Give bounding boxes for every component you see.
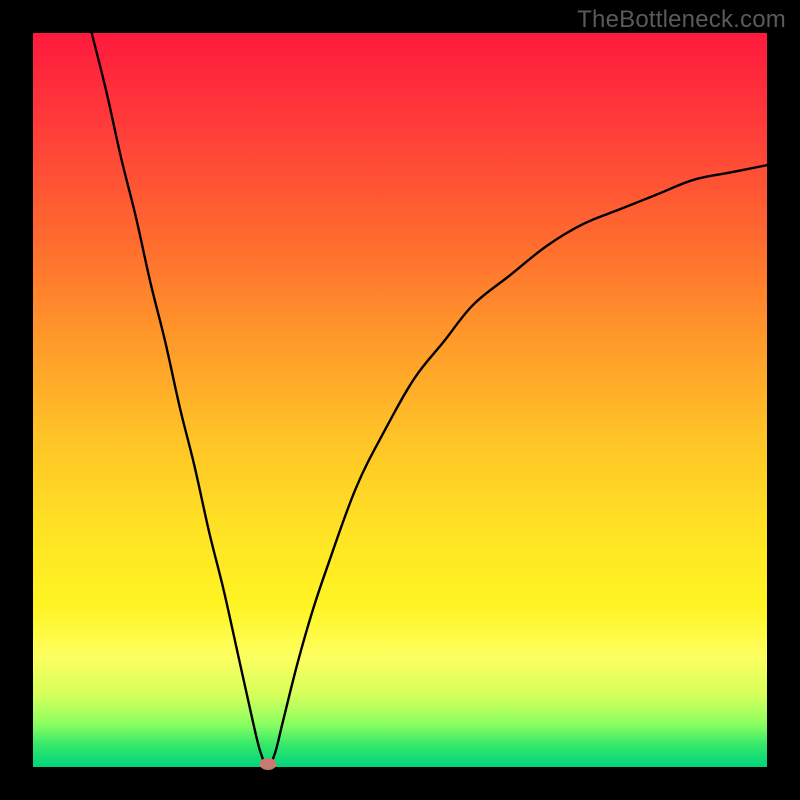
plot-area [33, 33, 767, 767]
optimal-point-marker [259, 758, 276, 770]
bottleneck-curve [33, 33, 767, 767]
chart-frame: TheBottleneck.com [0, 0, 800, 800]
watermark-text: TheBottleneck.com [577, 6, 786, 34]
